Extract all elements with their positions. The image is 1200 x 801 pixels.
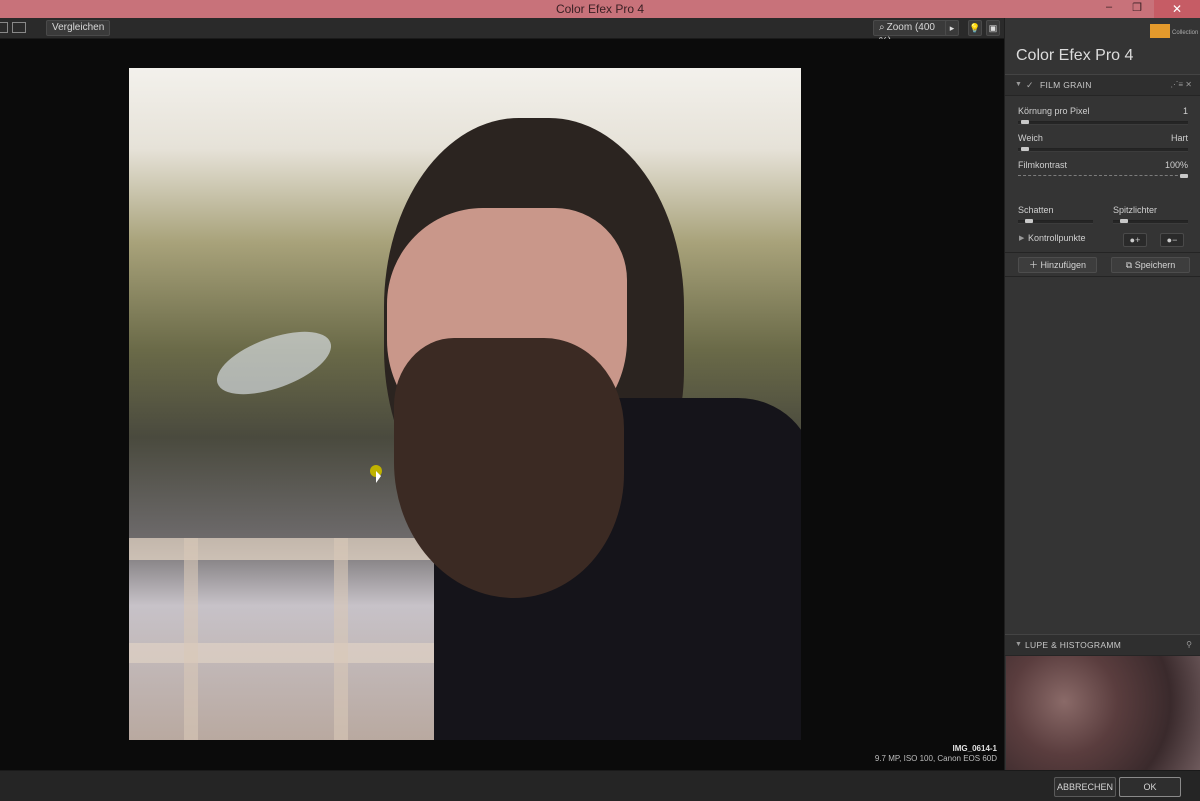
app-version: 4: [1124, 47, 1134, 64]
image-filename: IMG_0614-1: [952, 744, 997, 753]
save-recipe-button[interactable]: ⧉ Speichern: [1111, 257, 1190, 273]
brand-collection-label: Collection: [1172, 30, 1199, 36]
loupe-preview[interactable]: [1006, 656, 1200, 770]
loupe-header-label: LUPE & HISTOGRAMM: [1025, 640, 1122, 650]
image-info: IMG_0614-1 9.7 MP, ISO 100, Canon EOS 60…: [875, 744, 997, 764]
fence-post: [334, 538, 348, 740]
grain-per-pixel-value: 1: [1182, 106, 1188, 116]
toolbar: Vergleichen ⌕Zoom (400 %) ▸ 💡 ▣: [0, 18, 1004, 47]
collapse-triangle-icon[interactable]: ▼: [1015, 75, 1022, 95]
hard-label: Hart: [1170, 133, 1188, 143]
pin-icon[interactable]: ⚲: [1186, 635, 1192, 655]
soft-hard-slider[interactable]: [1018, 148, 1188, 152]
title-bar: Color Efex Pro 4 – ❐ ✕: [0, 0, 1200, 18]
zoom-dropdown-arrow-icon[interactable]: ▸: [945, 20, 959, 36]
magnifier-icon: ⌕: [879, 22, 885, 33]
compare-button[interactable]: Vergleichen: [46, 20, 111, 36]
nik-logo-icon: [1150, 24, 1170, 38]
soft-label: Weich: [1018, 133, 1043, 143]
section-divider: [1005, 276, 1200, 277]
zoom-button[interactable]: ⌕Zoom (400 %): [873, 20, 953, 47]
light-bulb-icon[interactable]: 💡: [968, 20, 982, 36]
grain-per-pixel-slider[interactable]: [1018, 121, 1188, 125]
image-details: 9.7 MP, ISO 100, Canon EOS 60D: [874, 754, 997, 763]
shadows-label: Schatten: [1018, 205, 1054, 215]
film-contrast-label: Filmkontrast: [1018, 160, 1068, 170]
cancel-button[interactable]: ABBRECHEN: [1054, 777, 1116, 797]
save-icon: ⧉: [1125, 260, 1135, 270]
single-view-icon[interactable]: [0, 22, 8, 33]
add-positive-point-icon[interactable]: ●+: [1123, 233, 1147, 247]
film-contrast-slider[interactable]: [1018, 175, 1188, 177]
grain-per-pixel-thumb[interactable]: [1021, 120, 1030, 124]
control-points-row: ▶ Kontrollpunkte ●+ ●−: [1005, 233, 1200, 249]
add-filter-button[interactable]: ＋ Hinzufügen: [1018, 257, 1097, 273]
film-contrast-value: 100%: [1164, 160, 1188, 170]
highlights-label: Spitzlichter: [1113, 205, 1158, 215]
film-contrast-thumb[interactable]: [1180, 174, 1188, 178]
ok-button[interactable]: OK: [1119, 777, 1181, 797]
window-title: Color Efex Pro 4: [555, 2, 645, 16]
app-title: Color Efex Pro 4: [1016, 47, 1133, 65]
split-view-icon[interactable]: [12, 22, 26, 33]
add-negative-point-icon[interactable]: ●−: [1160, 233, 1184, 247]
restore-button[interactable]: ❐: [1126, 1, 1148, 14]
filter-menu-icon[interactable]: ⋰≡ ✕: [1170, 75, 1192, 95]
app-name: Color Efex Pro: [1016, 47, 1121, 64]
expand-triangle-icon[interactable]: ▶: [1019, 234, 1024, 242]
plus-icon: ＋: [1028, 260, 1041, 270]
mouse-cursor-icon: [376, 471, 381, 483]
film-grain-header[interactable]: ▼ ✓ FILM GRAIN ⋰≡ ✕: [1005, 74, 1200, 96]
close-button[interactable]: ✕: [1154, 0, 1200, 18]
loupe-histogram-header[interactable]: ▼ LUPE & HISTOGRAMM ⚲: [1005, 634, 1200, 656]
filter-enabled-checkbox[interactable]: ✓: [1026, 75, 1034, 95]
panel-toggle-icon[interactable]: ▣: [986, 20, 1000, 36]
control-points-label: Kontrollpunkte: [1028, 233, 1086, 243]
fence-post: [184, 538, 198, 740]
save-recipe-label: Speichern: [1134, 260, 1176, 270]
shadows-thumb[interactable]: [1025, 219, 1033, 223]
smoke: [209, 318, 339, 408]
grain-per-pixel-label: Körnung pro Pixel: [1018, 106, 1090, 116]
add-filter-label: Hinzufügen: [1040, 260, 1087, 270]
minimize-button[interactable]: –: [1098, 1, 1120, 13]
highlights-thumb[interactable]: [1120, 219, 1128, 223]
collapse-triangle-icon[interactable]: ▼: [1015, 635, 1022, 655]
section-divider: [1005, 252, 1200, 253]
soft-hard-thumb[interactable]: [1021, 147, 1030, 151]
filter-name: FILM GRAIN: [1040, 80, 1092, 90]
preview-image[interactable]: [129, 68, 801, 740]
bottom-bar: ABBRECHEN OK: [0, 770, 1200, 801]
